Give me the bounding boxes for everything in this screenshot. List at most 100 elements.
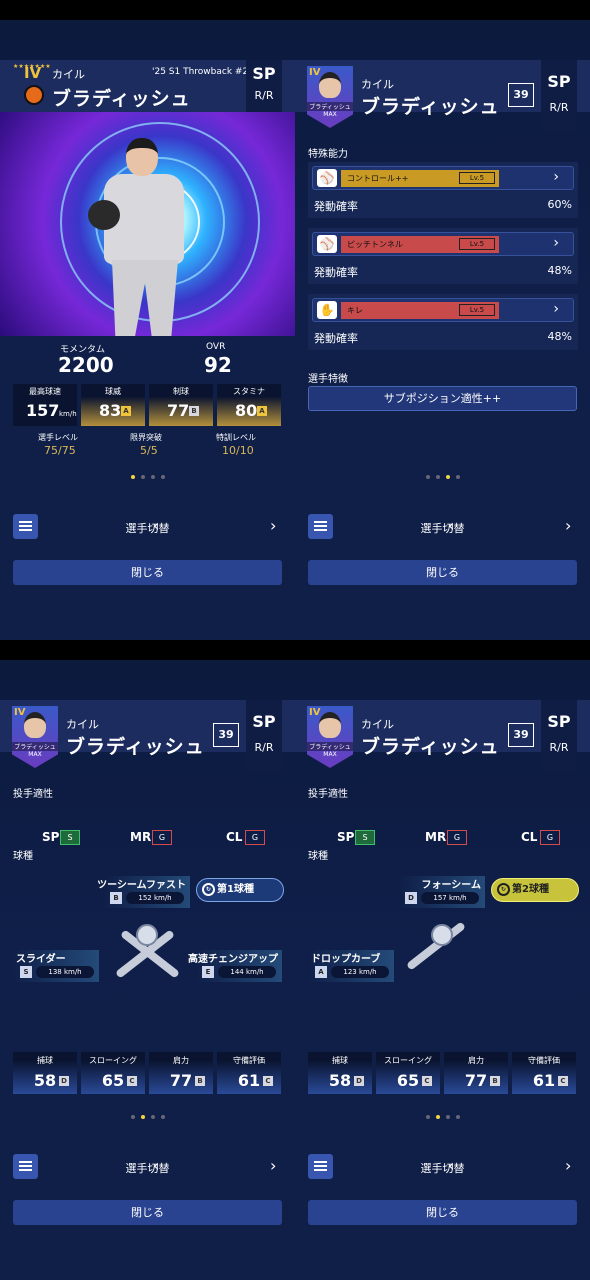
aptitude-sp-grade: S	[355, 830, 375, 845]
stat-stamina: スタミナ 80 A	[217, 384, 281, 426]
field-stat-catch: 捕球 58 D	[13, 1052, 77, 1094]
position-box: SP R/R	[246, 60, 282, 112]
position-box: SP R/R	[246, 700, 282, 770]
pitch-slot-button[interactable]: ↻ 第2球種	[491, 878, 579, 902]
player-level-label: 選手レベル	[38, 433, 78, 442]
page-indicator	[0, 475, 295, 479]
player-first-name: カイル	[52, 68, 85, 81]
position-box: SP R/R	[541, 700, 577, 770]
team-logo-icon	[24, 85, 44, 105]
page-indicator	[0, 1115, 295, 1119]
pitch-title: 球種	[13, 851, 33, 862]
page-indicator	[295, 475, 590, 479]
training-level-label: 特訓レベル	[216, 433, 256, 442]
ability-item: ⚾ コントロール++ Lv.5 › 発動確率 60%	[308, 162, 578, 218]
player-last-name: ブラディッシュ	[52, 88, 191, 110]
next-player-button[interactable]: ›	[565, 1156, 571, 1175]
limit-break-label: 限界突破	[130, 433, 162, 442]
aptitude-sp: SP	[42, 830, 60, 844]
chevron-right-icon: ›	[553, 169, 559, 185]
pitch-title: 球種	[308, 851, 328, 862]
panel-pitches-2: IV ブラディッシュ MAX カイル ブラディッシュ 39 SP R/R 投手適…	[295, 660, 590, 1280]
player-level-value: 75/75	[44, 444, 76, 457]
throws-bats: R/R	[549, 741, 569, 754]
next-player-button[interactable]: ›	[565, 516, 571, 535]
page-indicator	[295, 1115, 590, 1119]
ball-icon	[431, 924, 453, 946]
player-card-thumbnail: IV ブラディッシュ MAX	[307, 706, 353, 768]
rank-label: IV	[24, 64, 42, 82]
throws-bats: R/R	[549, 101, 569, 114]
pitcher-icon: ⚾	[317, 235, 337, 253]
field-stat-arm: 肩力 77 B	[444, 1052, 508, 1094]
aptitude-cl: CL	[226, 830, 243, 844]
pitch-left: ドロップカーブ A 123 km/h	[305, 950, 395, 982]
player-last-name: ブラディッシュ	[66, 736, 205, 758]
aptitude-mr-grade: G	[447, 830, 467, 845]
player-last-name: ブラディッシュ	[361, 96, 500, 118]
aptitude-mr: MR	[130, 830, 152, 844]
throws-bats: R/R	[254, 741, 274, 754]
aptitude-mr: MR	[425, 830, 447, 844]
training-level-value: 10/10	[222, 444, 254, 457]
close-button[interactable]: 閉じる	[308, 560, 577, 585]
chevron-right-icon: ›	[553, 235, 559, 251]
glove-icon	[88, 200, 120, 230]
close-button[interactable]: 閉じる	[308, 1200, 577, 1225]
panel-basic-info: ★★★★★★★ IV カイル ブラディッシュ '25 S1 Throwback …	[0, 20, 295, 640]
player-header: ★★★★★★★ IV カイル ブラディッシュ '25 S1 Throwback …	[0, 60, 295, 112]
player-header: IV ブラディッシュ MAX カイル ブラディッシュ 39 SP R/R	[0, 700, 295, 770]
trait-title: 選手特徴	[308, 374, 348, 385]
aptitude-cl-grade: G	[245, 830, 265, 845]
close-button[interactable]: 閉じる	[13, 1200, 282, 1225]
ability-row-pitch-tunnel[interactable]: ⚾ ピッチトンネル Lv.5 ›	[312, 232, 574, 256]
top-bar	[0, 0, 590, 20]
position-label: SP	[252, 712, 276, 731]
pitcher-figure	[88, 130, 200, 336]
level-badge: 39	[213, 723, 239, 747]
ovr-value: 92	[204, 353, 232, 377]
trait-button[interactable]: サブポジション適性++	[308, 386, 577, 411]
rotate-icon: ↻	[202, 883, 215, 896]
aptitude-cl: CL	[521, 830, 538, 844]
next-player-button[interactable]: ›	[270, 1156, 276, 1175]
switch-player-label: 選手切替	[420, 1162, 465, 1175]
field-stat-throwing: スローイング 65 C	[81, 1052, 145, 1094]
player-first-name: カイル	[66, 718, 99, 731]
throws-bats: R/R	[254, 89, 274, 102]
ball-grip-icon: ✋	[317, 301, 337, 319]
player-last-name: ブラディッシュ	[361, 736, 500, 758]
stat-control: 制球 77 B	[149, 384, 213, 426]
rank-stars-icon: ★★★★★★★	[13, 63, 51, 70]
player-header: IV ブラディッシュ MAX カイル ブラディッシュ 39 SP R/R	[295, 700, 590, 770]
pitch-slot-button[interactable]: ↻ 第1球種	[196, 878, 284, 902]
close-button[interactable]: 閉じる	[13, 560, 282, 585]
stat-power: 球威 83 A	[81, 384, 145, 426]
level-badge: 39	[508, 83, 534, 107]
aptitude-mr-grade: G	[152, 830, 172, 845]
aptitude-sp: SP	[337, 830, 355, 844]
ability-item: ⚾ ピッチトンネル Lv.5 › 発動確率 48%	[308, 228, 578, 284]
limit-break-value: 5/5	[140, 444, 158, 457]
player-art	[0, 112, 295, 336]
field-stat-throwing: スローイング 65 C	[376, 1052, 440, 1094]
position-label: SP	[547, 712, 571, 731]
switch-player-label: 選手切替	[420, 522, 465, 535]
panel-pitches-1: IV ブラディッシュ MAX カイル ブラディッシュ 39 SP R/R 投手適…	[0, 660, 295, 1280]
player-card-thumbnail: IV ブラディッシュ MAX	[12, 706, 58, 768]
position-label: SP	[252, 64, 276, 83]
pitcher-icon: ⚾	[317, 169, 337, 187]
aptitude-cl-grade: G	[540, 830, 560, 845]
pitch-right: 高速チェンジアップ E 144 km/h	[188, 954, 278, 978]
player-card-thumbnail: IV ブラディッシュ MAX	[307, 66, 353, 128]
ability-row-kire[interactable]: ✋ キレ Lv.5 ›	[312, 298, 574, 322]
player-first-name: カイル	[361, 718, 394, 731]
ability-row-control[interactable]: ⚾ コントロール++ Lv.5 ›	[312, 166, 574, 190]
aptitude-sp-grade: S	[60, 830, 80, 845]
chevron-right-icon: ›	[553, 301, 559, 317]
level-badge: 39	[508, 723, 534, 747]
momentum-value: 2200	[58, 353, 114, 377]
next-player-button[interactable]: ›	[270, 516, 276, 535]
panel-abilities: IV ブラディッシュ MAX カイル ブラディッシュ 39 SP R/R 特殊能…	[295, 20, 590, 640]
field-stat-defense: 守備評価 61 C	[217, 1052, 281, 1094]
